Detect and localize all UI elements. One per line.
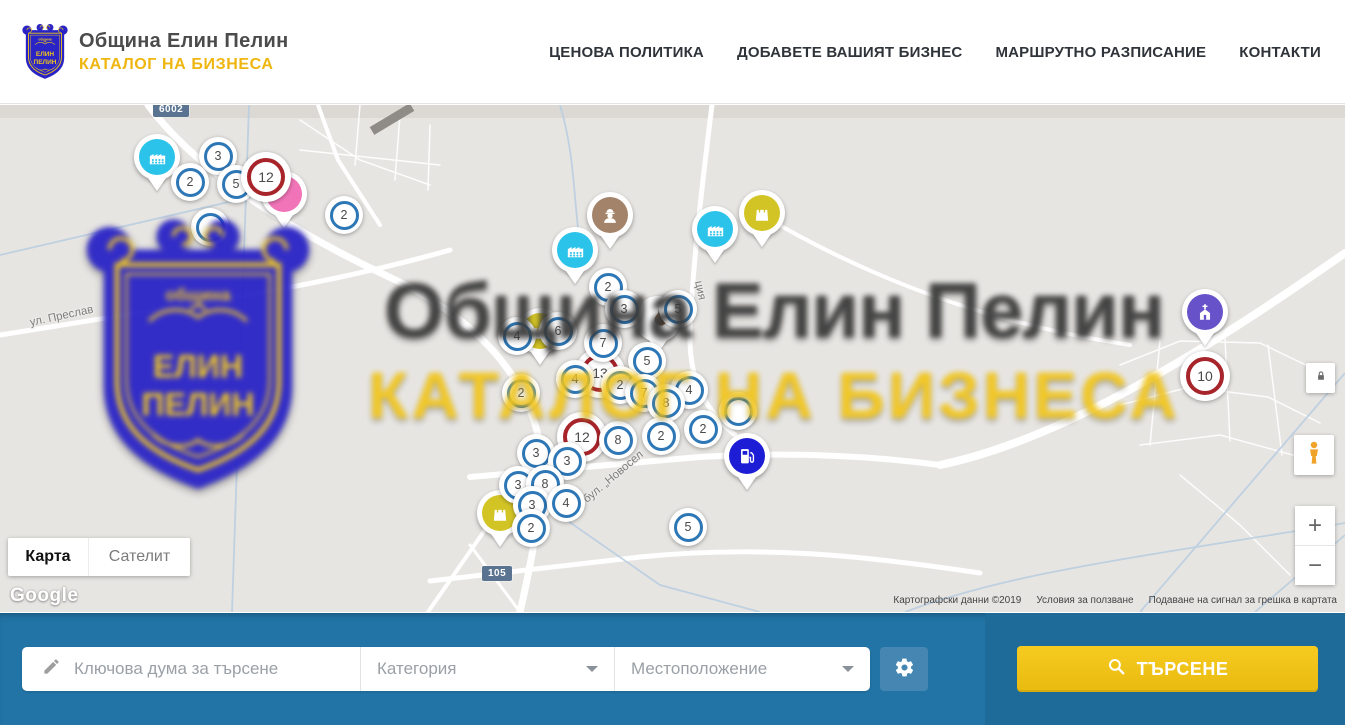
cluster-marker[interactable] — [719, 392, 757, 430]
clusters-layer: 325122235641375422748128223338342510 — [0, 105, 1345, 612]
nav-add-your-business[interactable]: ДОБАВЕТЕ ВАШИЯТ БИЗНЕС — [737, 44, 962, 61]
pegman-icon — [1301, 440, 1327, 471]
cluster-count: 4 — [561, 365, 590, 394]
cluster-marker[interactable] — [191, 208, 229, 246]
site-subtitle: КАТАЛОГ НА БИЗНЕСА — [79, 56, 289, 74]
cluster-count: 2 — [176, 168, 205, 197]
nav-contacts[interactable]: КОНТАКТИ — [1239, 44, 1321, 61]
header: Община Елин Пелин КАТАЛОГ НА БИЗНЕСА ЦЕН… — [0, 0, 1345, 104]
cluster-marker[interactable]: 2 — [325, 196, 363, 234]
street-view-pegman-button[interactable] — [1294, 435, 1334, 475]
cluster-count: 5 — [664, 295, 693, 324]
cluster-marker[interactable]: 8 — [647, 384, 685, 422]
cluster-count: 3 — [610, 295, 639, 324]
cluster-count: 7 — [589, 329, 618, 358]
search-button[interactable]: ТЪРСЕНЕ — [1017, 646, 1318, 692]
attribution-terms-link[interactable]: Условия за ползване — [1036, 595, 1133, 606]
map-type-map-button[interactable]: Карта — [8, 538, 88, 576]
cluster-marker[interactable]: 8 — [599, 421, 637, 459]
cluster-count: 8 — [652, 389, 681, 418]
cluster-count: 2 — [330, 201, 359, 230]
category-dropdown[interactable]: Категория — [360, 647, 614, 691]
cluster-marker[interactable]: 7 — [584, 324, 622, 362]
cluster-count: 10 — [1186, 357, 1224, 395]
search-bar-right-panel: ТЪРСЕНЕ — [985, 613, 1345, 725]
map-type-satellite-button[interactable]: Сателит — [88, 538, 190, 576]
cluster-marker[interactable]: 10 — [1180, 351, 1230, 401]
cluster-marker[interactable]: 2 — [171, 163, 209, 201]
google-logo[interactable]: Google — [10, 585, 78, 607]
map-type-control: Карта Сателит — [8, 538, 190, 576]
main-nav: ЦЕНОВА ПОЛИТИКА ДОБАВЕТЕ ВАШИЯТ БИЗНЕС М… — [549, 0, 1321, 104]
lock-control-button[interactable] — [1306, 363, 1335, 393]
category-dropdown-label: Категория — [377, 659, 456, 679]
zoom-in-button[interactable]: + — [1295, 506, 1335, 546]
cluster-count: 5 — [674, 513, 703, 542]
pencil-icon — [42, 657, 61, 681]
search-bar: ТЪРСЕНЕ Категория Местоположение — [0, 613, 1345, 725]
map[interactable]: 6002105 ул. Преславбул. „Новоселция 3251… — [0, 105, 1345, 612]
cluster-marker[interactable]: 5 — [669, 508, 707, 546]
cluster-marker[interactable]: 4 — [547, 484, 585, 522]
cluster-marker[interactable]: 6 — [539, 312, 577, 350]
search-button-label: ТЪРСЕНЕ — [1137, 659, 1229, 680]
search-box: Категория Местоположение — [22, 647, 870, 691]
cluster-count: 6 — [544, 317, 573, 346]
advanced-search-button[interactable] — [880, 647, 928, 691]
zoom-out-button[interactable]: − — [1295, 546, 1335, 585]
cluster-marker[interactable]: 2 — [502, 374, 540, 412]
keyword-section — [22, 647, 360, 691]
cluster-count: 12 — [247, 158, 285, 196]
cluster-count: 2 — [517, 514, 546, 543]
cluster-count — [724, 397, 753, 426]
cluster-marker[interactable]: 2 — [684, 410, 722, 448]
cluster-marker[interactable]: 4 — [498, 317, 536, 355]
cluster-count: 5 — [633, 347, 662, 376]
cluster-marker[interactable]: 3 — [605, 290, 643, 328]
search-icon — [1107, 657, 1126, 681]
cluster-count: 4 — [503, 322, 532, 351]
attribution-copyright: Картографски данни ©2019 — [893, 595, 1021, 606]
keyword-input[interactable] — [74, 659, 360, 679]
cluster-marker[interactable]: 5 — [659, 290, 697, 328]
site-title: Община Елин Пелин — [79, 30, 289, 53]
attribution-report-link[interactable]: Подаване на сигнал за грешка в картата — [1149, 595, 1337, 606]
cluster-count: 8 — [604, 426, 633, 455]
nav-pricing-policy[interactable]: ЦЕНОВА ПОЛИТИКА — [549, 44, 704, 61]
gear-icon — [894, 657, 915, 681]
location-dropdown[interactable]: Местоположение — [614, 647, 870, 691]
chevron-down-icon — [586, 666, 598, 672]
brand[interactable]: Община Елин Пелин КАТАЛОГ НА БИЗНЕСА — [22, 23, 289, 81]
lock-icon — [1314, 369, 1328, 388]
cluster-marker[interactable]: 12 — [241, 152, 291, 202]
cluster-count: 2 — [689, 415, 718, 444]
nav-route-schedule[interactable]: МАРШРУТНО РАЗПИСАНИЕ — [995, 44, 1206, 61]
zoom-control: + − — [1295, 506, 1335, 585]
cluster-marker[interactable]: 2 — [512, 509, 550, 547]
chevron-down-icon — [842, 666, 854, 672]
cluster-count: 2 — [647, 422, 676, 451]
cluster-count: 3 — [522, 439, 551, 468]
cluster-marker[interactable]: 4 — [556, 360, 594, 398]
map-attribution: Картографски данни ©2019 Условия за полз… — [893, 595, 1337, 606]
cluster-count: 4 — [552, 489, 581, 518]
cluster-count — [196, 213, 225, 242]
cluster-marker[interactable]: 2 — [642, 417, 680, 455]
location-dropdown-label: Местоположение — [631, 659, 767, 679]
municipality-crest-logo — [22, 23, 68, 81]
cluster-count: 2 — [507, 379, 536, 408]
page: Община Елин Пелин КАТАЛОГ НА БИЗНЕСА ЦЕН… — [0, 0, 1345, 725]
